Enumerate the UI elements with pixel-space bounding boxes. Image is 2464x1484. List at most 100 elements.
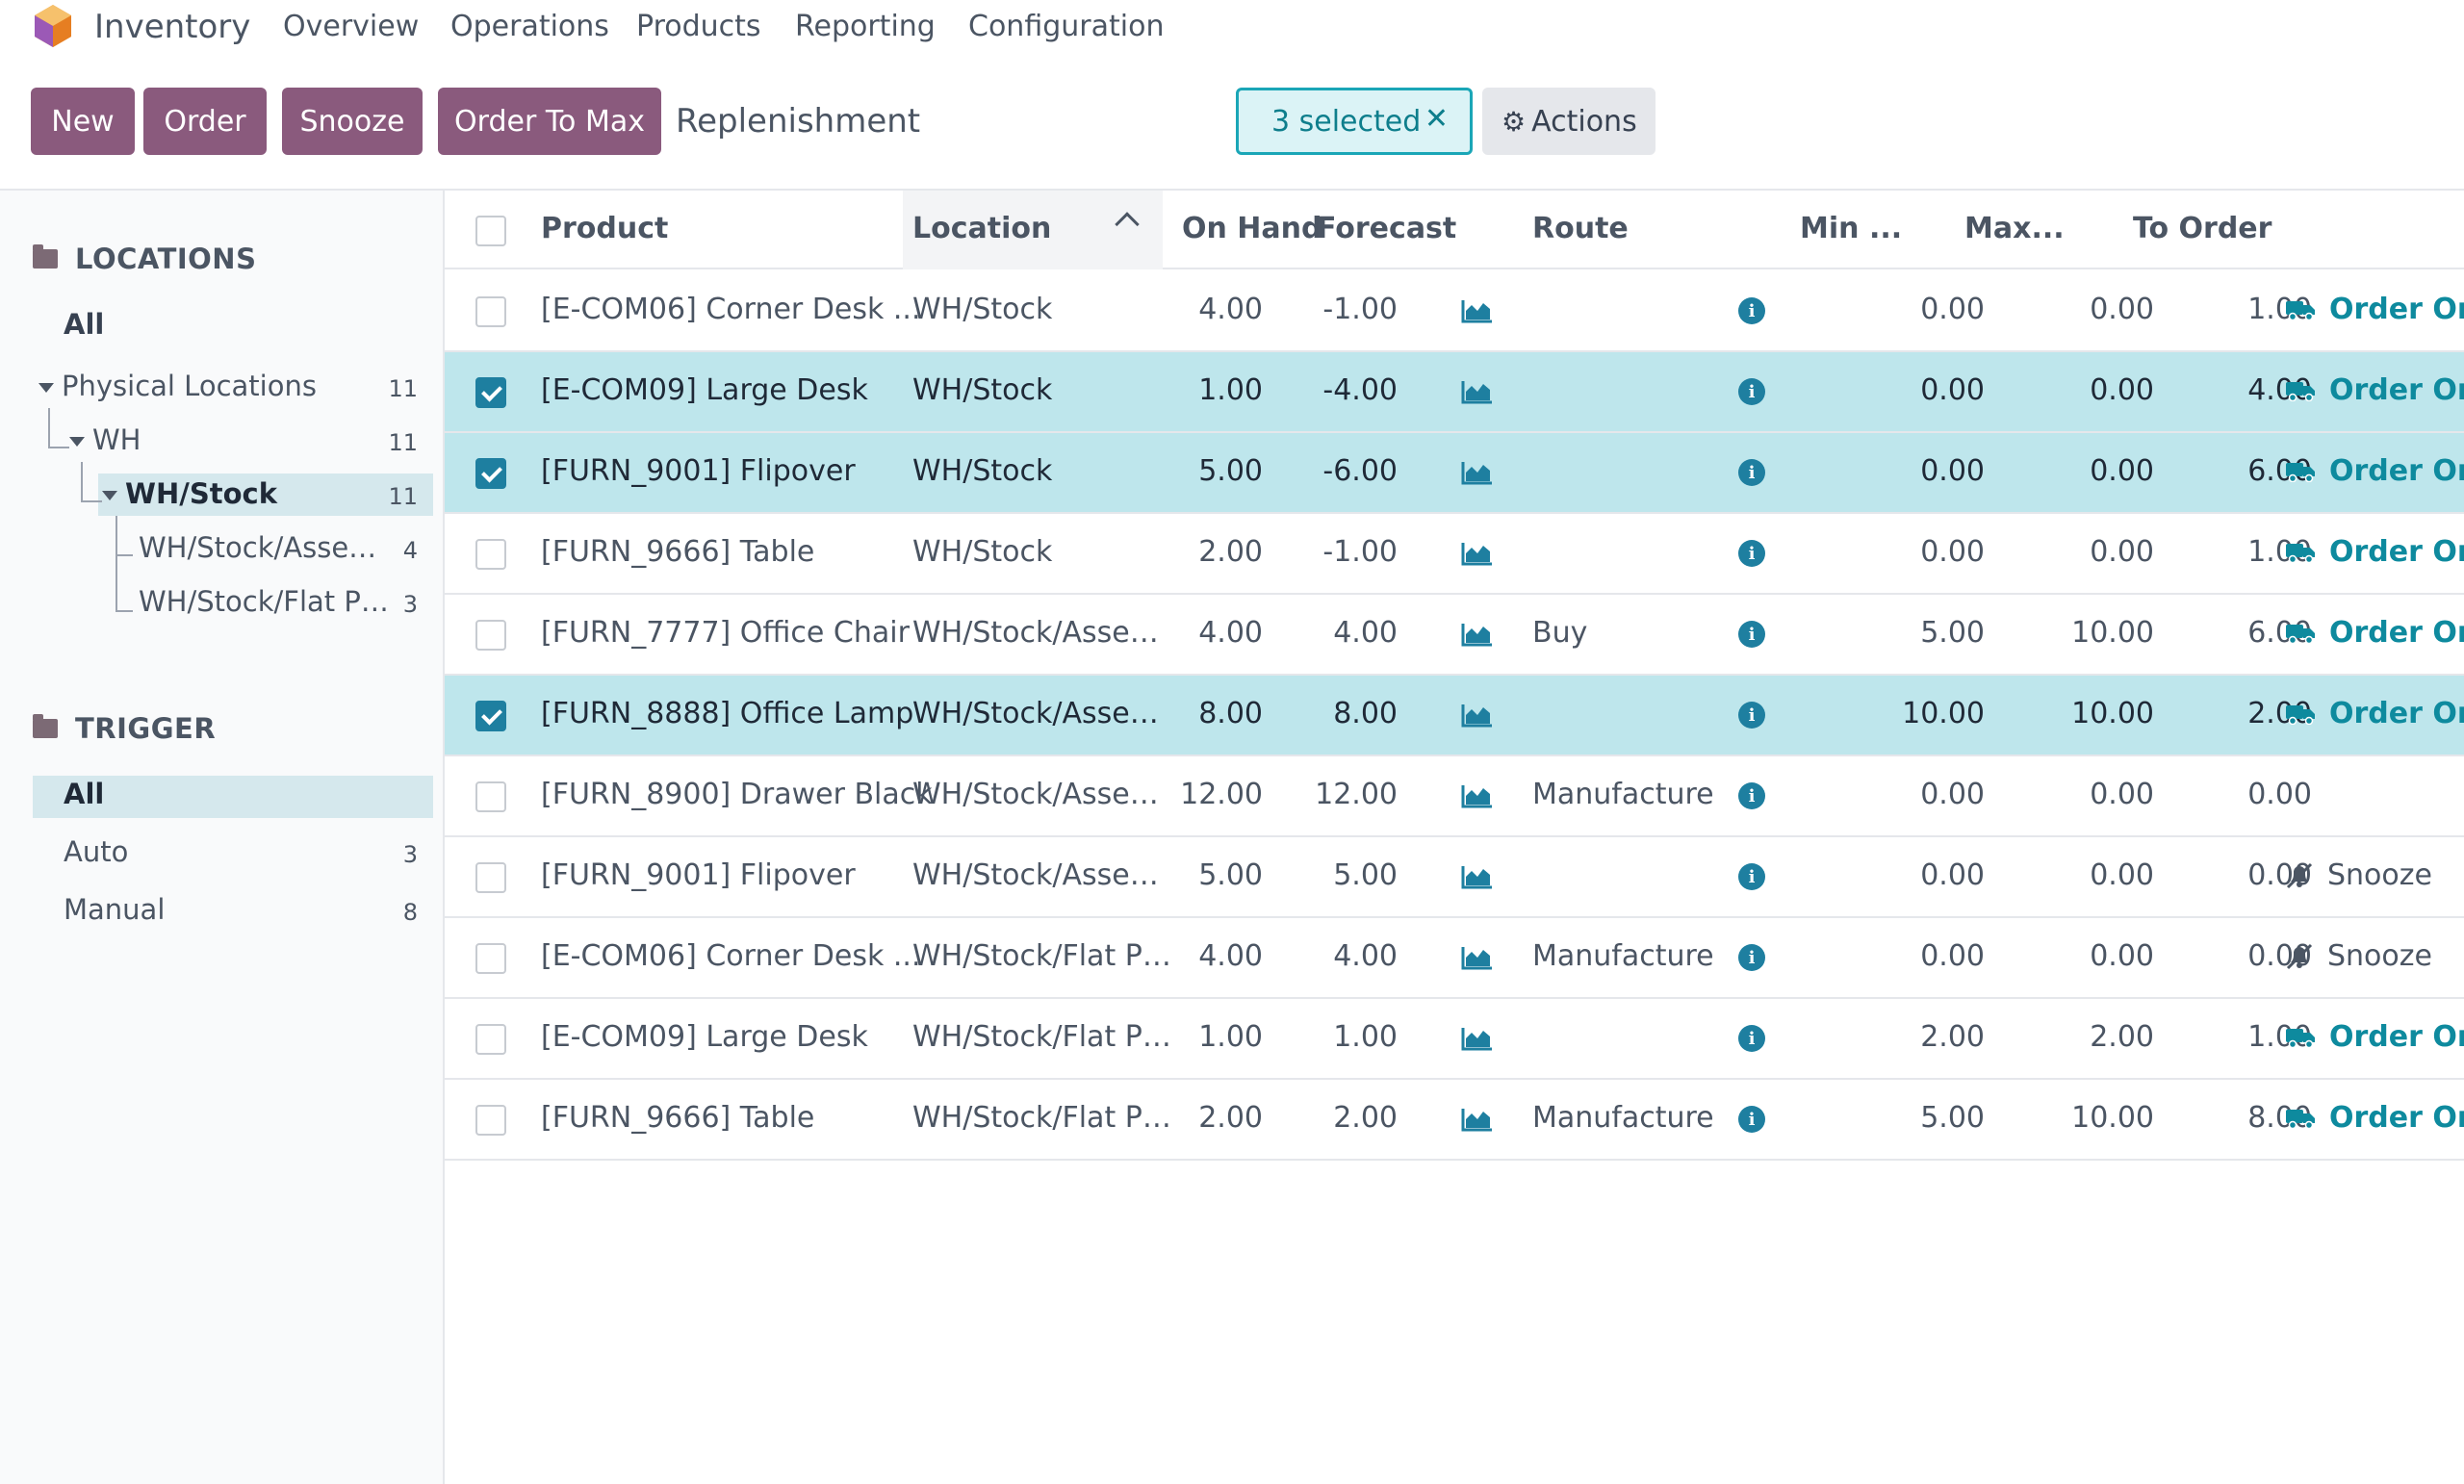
caret-down-icon[interactable] <box>69 437 85 447</box>
table-row[interactable]: [E-COM09] Large Desk WH/Stock 1.00 -4.00 i 0.… <box>445 352 2464 433</box>
cell-max[interactable]: 0.00 <box>2023 778 2154 811</box>
cell-forecast[interactable]: -6.00 <box>1282 454 1398 488</box>
cell-product[interactable]: [E-COM09] Large Desk <box>541 373 868 407</box>
forecast-chart-icon[interactable] <box>1461 1026 1494 1051</box>
cell-min[interactable]: 2.00 <box>1869 1020 1985 1054</box>
row-checkbox[interactable] <box>475 943 506 974</box>
cell-location[interactable]: WH/Stock/Flat P… <box>912 1101 1171 1135</box>
cell-min[interactable]: 0.00 <box>1869 778 1985 811</box>
cell-location[interactable]: WH/Stock <box>912 293 1052 326</box>
cell-max[interactable]: 0.00 <box>2023 535 2154 569</box>
header-product[interactable]: Product <box>541 212 668 245</box>
info-icon[interactable]: i <box>1738 540 1765 567</box>
forecast-chart-icon[interactable] <box>1461 945 1494 970</box>
cell-location[interactable]: WH/Stock/Asse… <box>912 778 1159 811</box>
cell-max[interactable]: 2.00 <box>2023 1020 2154 1054</box>
cell-forecast[interactable]: 2.00 <box>1282 1101 1398 1135</box>
cell-route[interactable]: Buy <box>1532 616 1587 650</box>
cell-location[interactable]: WH/Stock <box>912 454 1052 488</box>
order-button[interactable]: Order <box>143 88 267 155</box>
row-checkbox[interactable] <box>475 701 506 731</box>
cell-product[interactable]: [FURN_7777] Office Chair <box>541 616 910 650</box>
row-checkbox[interactable] <box>475 458 506 489</box>
cell-forecast[interactable]: 12.00 <box>1282 778 1398 811</box>
table-row[interactable]: [FURN_9666] Table WH/Stock/Flat P… 2.00 2.0… <box>445 1080 2464 1161</box>
cell-location[interactable]: WH/Stock/Flat P… <box>912 939 1171 973</box>
menu-operations[interactable]: Operations <box>450 10 609 43</box>
order-once-button[interactable]: Order Onc <box>2285 697 2464 730</box>
cell-product[interactable]: [FURN_9001] Flipover <box>541 454 856 488</box>
row-checkbox[interactable] <box>475 781 506 812</box>
snooze-button[interactable]: Snooze <box>282 88 423 155</box>
cell-route[interactable]: Manufacture <box>1532 939 1714 973</box>
header-to-order[interactable]: To Order <box>2133 212 2272 245</box>
table-row[interactable]: [FURN_8900] Drawer Black WH/Stock/Asse… 12… <box>445 756 2464 837</box>
forecast-chart-icon[interactable] <box>1461 783 1494 808</box>
cell-on-hand[interactable]: 5.00 <box>1167 454 1263 488</box>
location-wh-stock-flat[interactable]: WH/Stock/Flat P… <box>139 585 389 618</box>
table-row[interactable]: [FURN_8888] Office Lamp WH/Stock/Asse… 8.0… <box>445 676 2464 756</box>
clear-selection-icon[interactable]: ✕ <box>1424 102 1449 136</box>
cell-route[interactable]: Manufacture <box>1532 1101 1714 1135</box>
forecast-chart-icon[interactable] <box>1461 379 1494 404</box>
table-row[interactable]: [FURN_9001] Flipover WH/Stock 5.00 -6.00 i 0.… <box>445 433 2464 514</box>
table-row[interactable]: [FURN_7777] Office Chair WH/Stock/Asse… 4.… <box>445 595 2464 676</box>
cell-on-hand[interactable]: 4.00 <box>1167 939 1263 973</box>
cell-product[interactable]: [FURN_9001] Flipover <box>541 858 856 892</box>
cell-min[interactable]: 0.00 <box>1869 535 1985 569</box>
cell-on-hand[interactable]: 1.00 <box>1167 1020 1263 1054</box>
forecast-chart-icon[interactable] <box>1461 541 1494 566</box>
cell-max[interactable]: 10.00 <box>2023 697 2154 730</box>
location-wh-stock-assembly[interactable]: WH/Stock/Asse… <box>139 531 376 564</box>
cell-on-hand[interactable]: 4.00 <box>1167 293 1263 326</box>
location-wh[interactable]: WH <box>69 423 141 456</box>
row-checkbox[interactable] <box>475 539 506 570</box>
cell-max[interactable]: 10.00 <box>2023 1101 2154 1135</box>
cell-forecast[interactable]: -1.00 <box>1282 293 1398 326</box>
order-once-button[interactable]: Order Onc <box>2285 616 2464 650</box>
forecast-chart-icon[interactable] <box>1461 1107 1494 1132</box>
info-icon[interactable]: i <box>1738 621 1765 648</box>
cell-min[interactable]: 0.00 <box>1869 373 1985 407</box>
actions-button[interactable]: ⚙ Actions <box>1482 88 1656 155</box>
info-icon[interactable]: i <box>1738 297 1765 324</box>
select-all-checkbox[interactable] <box>475 216 506 246</box>
row-checkbox[interactable] <box>475 620 506 651</box>
forecast-chart-icon[interactable] <box>1461 622 1494 647</box>
cell-route[interactable]: Manufacture <box>1532 778 1714 811</box>
forecast-chart-icon[interactable] <box>1461 460 1494 485</box>
cell-to-order[interactable]: 0.00 <box>2177 778 2312 811</box>
app-name[interactable]: Inventory <box>94 8 250 46</box>
location-wh-stock[interactable]: WH/Stock <box>102 477 277 510</box>
cell-product[interactable]: [E-COM06] Corner Desk ... <box>541 939 921 973</box>
info-icon[interactable]: i <box>1738 863 1765 890</box>
cell-forecast[interactable]: -1.00 <box>1282 535 1398 569</box>
row-checkbox[interactable] <box>475 1024 506 1055</box>
cell-on-hand[interactable]: 12.00 <box>1167 778 1263 811</box>
cell-max[interactable]: 0.00 <box>2023 939 2154 973</box>
order-once-button[interactable]: Order Onc <box>2285 1101 2464 1135</box>
info-icon[interactable]: i <box>1738 1106 1765 1133</box>
cell-product[interactable]: [FURN_8900] Drawer Black <box>541 778 933 811</box>
order-once-button[interactable]: Order Onc <box>2285 535 2464 569</box>
info-icon[interactable]: i <box>1738 702 1765 729</box>
header-min[interactable]: Min ... <box>1800 212 1902 245</box>
info-icon[interactable]: i <box>1738 944 1765 971</box>
order-once-button[interactable]: Order Onc <box>2285 373 2464 407</box>
cell-max[interactable]: 0.00 <box>2023 293 2154 326</box>
snooze-row-button[interactable]: Snooze <box>2285 939 2432 973</box>
cell-forecast[interactable]: 4.00 <box>1282 939 1398 973</box>
header-max[interactable]: Max... <box>1964 212 2065 245</box>
cell-min[interactable]: 0.00 <box>1869 858 1985 892</box>
cell-forecast[interactable]: 4.00 <box>1282 616 1398 650</box>
cell-location[interactable]: WH/Stock <box>912 535 1052 569</box>
cell-min[interactable]: 5.00 <box>1869 1101 1985 1135</box>
table-row[interactable]: [E-COM09] Large Desk WH/Stock/Flat P… 1.00… <box>445 999 2464 1080</box>
order-once-button[interactable]: Order Onc <box>2285 1020 2464 1054</box>
cell-min[interactable]: 10.00 <box>1869 697 1985 730</box>
cell-forecast[interactable]: 8.00 <box>1282 697 1398 730</box>
cell-location[interactable]: WH/Stock/Asse… <box>912 616 1159 650</box>
forecast-chart-icon[interactable] <box>1461 298 1494 323</box>
cell-max[interactable]: 0.00 <box>2023 454 2154 488</box>
forecast-chart-icon[interactable] <box>1461 703 1494 728</box>
